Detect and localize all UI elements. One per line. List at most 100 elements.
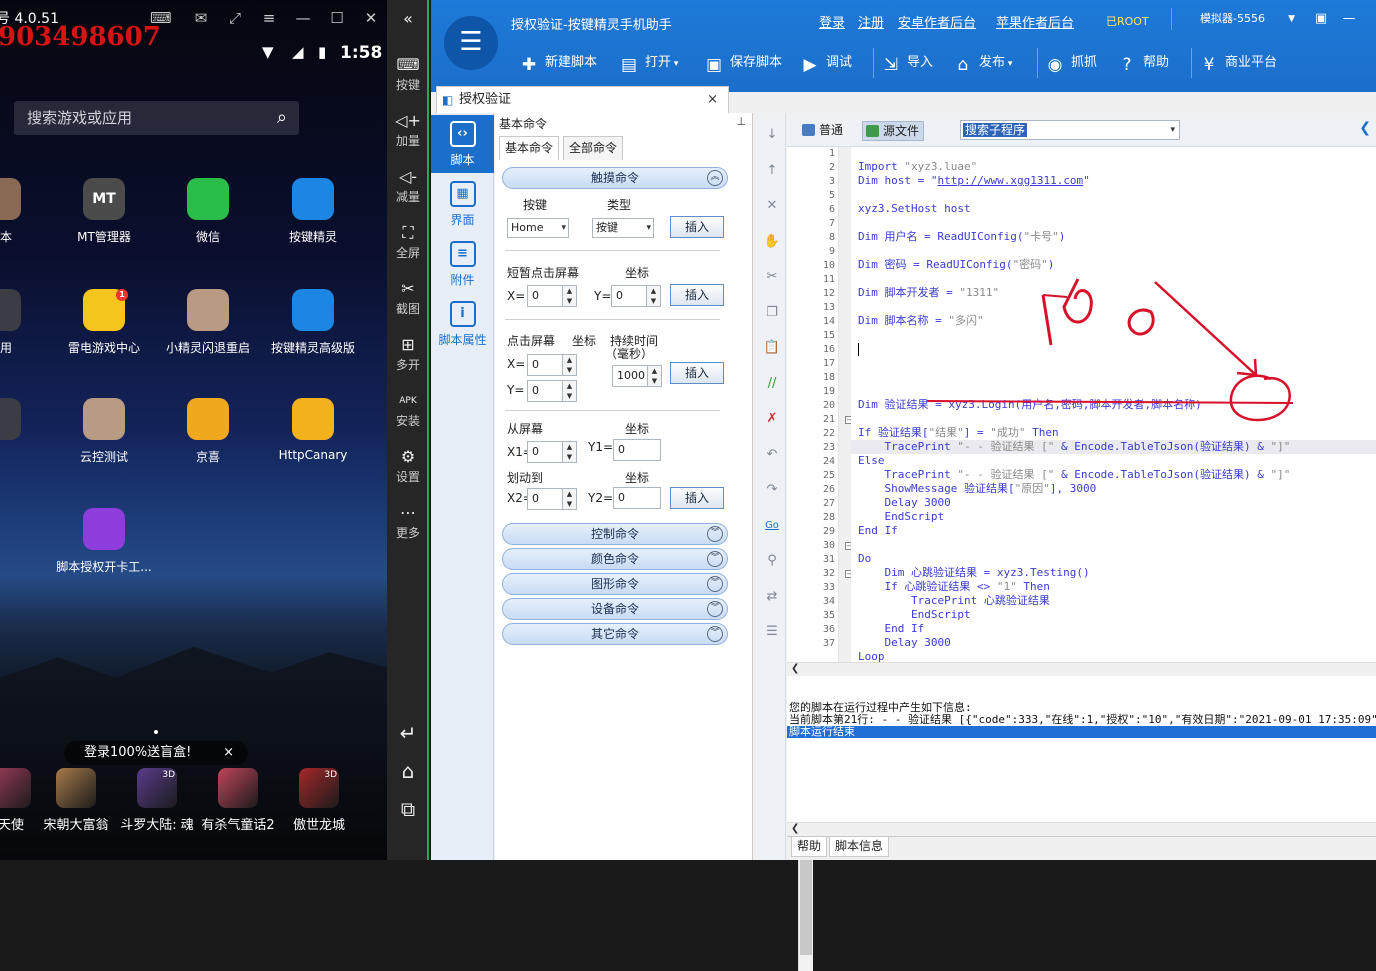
command-group-header[interactable]: 控制命令 ︾: [502, 523, 728, 545]
copy-icon[interactable]: ❐: [762, 303, 782, 323]
sidebar-apk-button[interactable]: APK 安装: [387, 390, 429, 429]
x2-stepper[interactable]: ▲ ▼: [562, 488, 577, 510]
scroll-left-icon[interactable]: ❮: [791, 663, 799, 674]
arrow-down-icon[interactable]: ↓: [762, 125, 782, 145]
mail-icon[interactable]: ✉: [192, 10, 210, 26]
side-tab-attachment[interactable]: ≡ 附件: [431, 235, 494, 293]
app-item[interactable]: MT MT管理器: [52, 178, 156, 245]
side-tab-info[interactable]: i 脚本属性: [431, 295, 494, 353]
login-link[interactable]: 登录: [819, 12, 845, 31]
sidebar-keyboard-button[interactable]: ⌨ 按键: [387, 54, 429, 93]
app-item[interactable]: 1 雷电游戏中心: [52, 289, 156, 356]
app-item[interactable]: 京喜: [156, 398, 260, 465]
scroll-left-icon[interactable]: ❮: [791, 823, 799, 834]
app-item[interactable]: 小精灵闪退重启: [156, 289, 260, 356]
x2-input[interactable]: 0: [527, 488, 563, 510]
sidebar-scissors-button[interactable]: ✂ 截图: [387, 278, 429, 317]
sidebar-fullscreen-button[interactable]: ⛶ 全屏: [387, 222, 429, 261]
expand-icon[interactable]: ⤢: [226, 10, 244, 26]
sidebar-volume-up-button[interactable]: ◁+ 加量: [387, 110, 429, 149]
sidebar-gear-button[interactable]: ⚙ 设置: [387, 446, 429, 485]
comment-icon[interactable]: //: [762, 374, 782, 394]
minimize-icon[interactable]: —: [1337, 8, 1361, 30]
app-item[interactable]: 脚本授权开卡工...: [52, 508, 156, 575]
search-input[interactable]: 搜索游戏或应用 ⌕: [14, 101, 299, 135]
duration-input[interactable]: 1000: [612, 365, 648, 387]
android-author-link[interactable]: 安卓作者后台: [898, 12, 976, 31]
side-tab-layout[interactable]: ▦ 界面: [431, 175, 494, 233]
app-item[interactable]: 按键精灵高级版: [261, 289, 365, 356]
sidebar-multi-open-button[interactable]: ⊞ 多开: [387, 334, 429, 373]
app-item[interactable]: [0, 398, 52, 448]
touch-group-header[interactable]: 触摸命令 ︽: [502, 167, 728, 189]
tab-help[interactable]: 帮助: [791, 837, 828, 857]
insert-press-button[interactable]: 插入: [670, 362, 724, 384]
menu-icon[interactable]: ≡: [260, 10, 278, 26]
app-item[interactable]: 微信: [156, 178, 260, 245]
cut-icon[interactable]: ✂: [762, 267, 782, 287]
insert-swipe-button[interactable]: 插入: [670, 487, 724, 509]
game-item[interactable]: 有杀气童话2: [197, 768, 279, 833]
toolbar-play-button[interactable]: ▶ 调试: [800, 50, 852, 76]
command-group-header[interactable]: 设备命令 ︾: [502, 598, 728, 620]
type-select[interactable]: 按键 ▾: [592, 218, 654, 238]
close-icon[interactable]: ✕: [362, 10, 380, 26]
sidebar-volume-down-button[interactable]: ◁- 减量: [387, 166, 429, 205]
tap-x-stepper[interactable]: ▲ ▼: [562, 285, 577, 307]
tab-script-info[interactable]: 脚本信息: [829, 837, 890, 857]
collapse-sidebar-button[interactable]: «: [387, 8, 429, 30]
press-x-input[interactable]: 0: [527, 354, 563, 376]
editor-horizontal-scrollbar[interactable]: ❮: [787, 662, 1376, 676]
toolbar-help-button[interactable]: ? 帮助: [1117, 50, 1169, 76]
home-button[interactable]: ⌂: [387, 760, 429, 782]
replace-icon[interactable]: ⇄: [762, 587, 782, 607]
toolbar-folder-open-button[interactable]: ▤ 打开 ▾: [619, 50, 678, 76]
tap-y-input[interactable]: 0: [611, 285, 647, 307]
press-x-stepper[interactable]: ▲ ▼: [562, 354, 577, 376]
back-button[interactable]: ↵: [387, 722, 429, 744]
search-icon[interactable]: ⌕: [277, 101, 287, 135]
output-horizontal-scrollbar[interactable]: ❮: [787, 822, 1376, 836]
toolbar-publish-button[interactable]: ⌂ 发布 ▾: [953, 50, 1013, 76]
app-item[interactable]: HttpCanary: [261, 398, 365, 462]
app-item[interactable]: 云控测试: [52, 398, 156, 465]
undo-icon[interactable]: ↶: [762, 445, 782, 465]
recent-button[interactable]: ⧉: [387, 798, 429, 820]
ios-author-link[interactable]: 苹果作者后台: [996, 12, 1074, 31]
command-group-header[interactable]: 其它命令 ︾: [502, 623, 728, 645]
emulator-select[interactable]: 模拟器-5556 ▼: [1171, 8, 1301, 30]
x1-stepper[interactable]: ▲ ▼: [562, 441, 577, 463]
app-item[interactable]: 应用: [0, 289, 52, 356]
sidebar-more-button[interactable]: ⋯ 更多: [387, 502, 429, 541]
insert-tap-button[interactable]: 插入: [670, 284, 724, 306]
toolbar-import-button[interactable]: ⇲ 导入: [881, 50, 933, 76]
tap-x-input[interactable]: 0: [527, 285, 563, 307]
tab-normal-view[interactable]: 普通: [799, 121, 847, 141]
insert-key-button[interactable]: 插入: [670, 216, 724, 238]
key-select[interactable]: Home ▾: [507, 218, 569, 238]
minimize-icon[interactable]: —: [294, 10, 312, 26]
app-item[interactable]: 脚本: [0, 178, 52, 245]
delete-icon[interactable]: ✕: [762, 196, 782, 216]
promo-banner[interactable]: 登录100%送盲盒! ×: [64, 741, 248, 765]
arrow-up-icon[interactable]: ↑: [762, 161, 782, 181]
paste-icon[interactable]: 📋: [762, 338, 782, 358]
redo-icon[interactable]: ↷: [762, 480, 782, 500]
tab-all-commands[interactable]: 全部命令: [563, 136, 624, 160]
app-menu-button[interactable]: ☰: [444, 16, 498, 70]
promo-close-icon[interactable]: ×: [223, 741, 234, 765]
tab-basic-commands[interactable]: 基本命令: [499, 136, 560, 160]
tab-source-view[interactable]: 源文件: [862, 121, 925, 141]
subroutine-search-select[interactable]: 搜索子程序 ▾: [960, 120, 1180, 140]
list-icon[interactable]: ☰: [762, 622, 782, 642]
y1-input[interactable]: 0: [613, 439, 661, 461]
doc-tab-auth[interactable]: ◧ 授权验证 ×: [436, 86, 729, 113]
pin-icon[interactable]: ⊥: [736, 115, 746, 128]
register-link[interactable]: 注册: [858, 12, 884, 31]
game-item[interactable]: 宋朝大富翁: [35, 768, 117, 833]
y2-input[interactable]: 0: [613, 487, 661, 509]
game-item[interactable]: 3D 斗罗大陆: 魂: [116, 768, 198, 833]
maximize-icon[interactable]: ☐: [328, 10, 346, 26]
command-group-header[interactable]: 颜色命令 ︾: [502, 548, 728, 570]
command-group-header[interactable]: 图形命令 ︾: [502, 573, 728, 595]
